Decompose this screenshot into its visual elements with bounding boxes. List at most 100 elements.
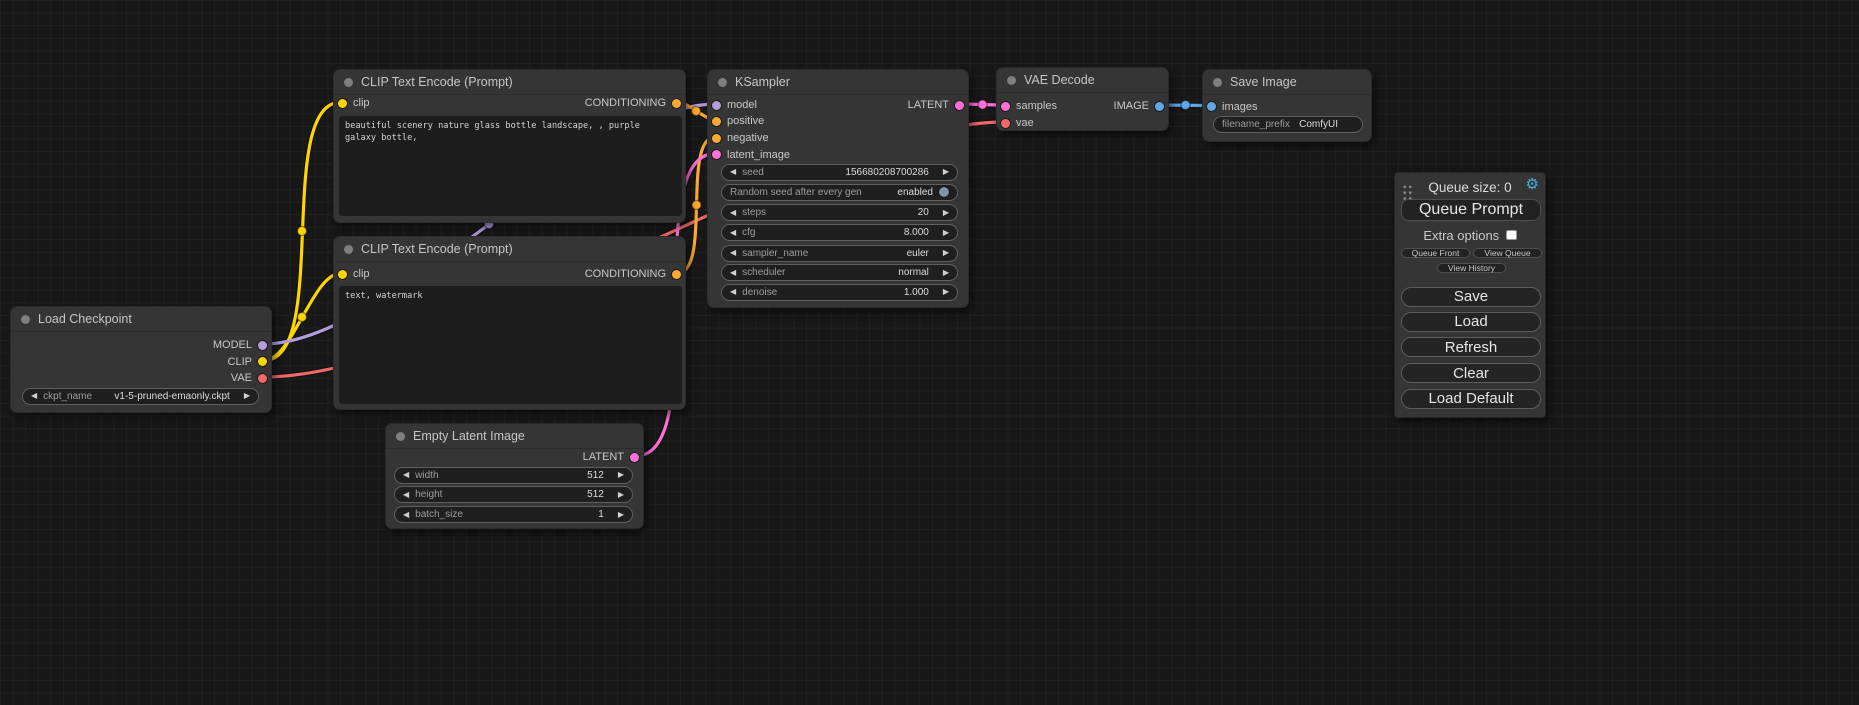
load-default-button[interactable]: Load Default — [1401, 389, 1541, 409]
slot-dot-image[interactable] — [1207, 102, 1216, 111]
slot-dot-latent[interactable] — [630, 453, 639, 462]
arrow-right-icon[interactable]: ▶ — [943, 209, 949, 217]
slot-dot-latent[interactable] — [1001, 102, 1010, 111]
slot-dot-conditioning[interactable] — [672, 270, 681, 279]
widget-height[interactable]: ◀ height 512 ▶ — [394, 486, 633, 503]
node-title-bar[interactable]: KSampler — [708, 70, 968, 95]
input-slot-negative[interactable]: negative — [712, 131, 769, 145]
save-button[interactable]: Save — [1401, 287, 1541, 307]
arrow-left-icon[interactable]: ◀ — [403, 471, 409, 479]
slot-dot-model[interactable] — [712, 101, 721, 110]
arrow-right-icon[interactable]: ▶ — [244, 392, 250, 400]
widget-filename-prefix[interactable]: filename_prefix ComfyUI — [1213, 116, 1363, 133]
arrow-right-icon[interactable]: ▶ — [943, 269, 949, 277]
slot-dot-latent[interactable] — [955, 101, 964, 110]
arrow-right-icon[interactable]: ▶ — [943, 229, 949, 237]
slot-dot-vae[interactable] — [1001, 119, 1010, 128]
extra-options-checkbox[interactable] — [1506, 230, 1517, 241]
node-title-bar[interactable]: Save Image — [1203, 70, 1371, 95]
output-slot-vae[interactable]: VAE — [231, 371, 267, 385]
view-history-button[interactable]: View History — [1437, 263, 1506, 274]
widget-scheduler[interactable]: ◀ scheduler normal ▶ — [721, 264, 958, 281]
node-graph-canvas[interactable]: Load Checkpoint MODEL CLIP VAE ◀ ckpt_na… — [0, 0, 1859, 705]
input-slot-model[interactable]: model — [712, 98, 757, 112]
output-slot-clip[interactable]: CLIP — [228, 355, 267, 369]
arrow-right-icon[interactable]: ▶ — [618, 511, 624, 519]
slot-dot-latent[interactable] — [712, 150, 721, 159]
node-vae-decode[interactable]: VAE Decode samples vae IMAGE — [996, 67, 1169, 131]
clear-button[interactable]: Clear — [1401, 363, 1541, 383]
node-title-bar[interactable]: CLIP Text Encode (Prompt) — [334, 237, 685, 262]
node-title-bar[interactable]: CLIP Text Encode (Prompt) — [334, 70, 685, 95]
arrow-left-icon[interactable]: ◀ — [730, 288, 736, 296]
widget-sampler-name[interactable]: ◀ sampler_name euler ▶ — [721, 245, 958, 262]
widget-cfg[interactable]: ◀ cfg 8.000 ▶ — [721, 224, 958, 241]
node-empty-latent-image[interactable]: Empty Latent Image LATENT ◀ width 512 ▶ … — [385, 423, 644, 529]
arrow-left-icon[interactable]: ◀ — [730, 168, 736, 176]
slot-dot-conditioning[interactable] — [672, 99, 681, 108]
arrow-right-icon[interactable]: ▶ — [943, 288, 949, 296]
node-ksampler[interactable]: KSampler model positive negative latent_… — [707, 69, 969, 308]
settings-gear-icon[interactable]: ⚙ — [1526, 177, 1539, 192]
output-slot-latent[interactable]: LATENT — [908, 98, 964, 112]
input-slot-clip[interactable]: clip — [338, 96, 370, 110]
node-clip-text-encode-positive[interactable]: CLIP Text Encode (Prompt) clip CONDITION… — [333, 69, 686, 223]
arrow-right-icon[interactable]: ▶ — [943, 168, 949, 176]
input-slot-samples[interactable]: samples — [1001, 99, 1057, 113]
collapse-dot-icon[interactable] — [1213, 78, 1222, 87]
widget-batch-size[interactable]: ◀ batch_size 1 ▶ — [394, 506, 633, 523]
arrow-left-icon[interactable]: ◀ — [31, 392, 37, 400]
output-slot-conditioning[interactable]: CONDITIONING — [585, 267, 681, 281]
output-slot-latent[interactable]: LATENT — [583, 450, 639, 464]
output-slot-conditioning[interactable]: CONDITIONING — [585, 96, 681, 110]
input-slot-clip[interactable]: clip — [338, 267, 370, 281]
arrow-left-icon[interactable]: ◀ — [730, 229, 736, 237]
node-title-bar[interactable]: VAE Decode — [997, 68, 1168, 93]
input-slot-vae[interactable]: vae — [1001, 116, 1034, 130]
arrow-left-icon[interactable]: ◀ — [403, 511, 409, 519]
arrow-left-icon[interactable]: ◀ — [730, 249, 736, 257]
widget-denoise[interactable]: ◀ denoise 1.000 ▶ — [721, 284, 958, 301]
slot-dot-vae[interactable] — [258, 374, 267, 383]
slot-dot-model[interactable] — [258, 341, 267, 350]
widget-seed[interactable]: ◀ seed 156680208700286 ▶ — [721, 164, 958, 181]
slot-dot-conditioning[interactable] — [712, 117, 721, 126]
queue-panel[interactable]: Queue size: 0 ⚙ Queue Prompt Extra optio… — [1394, 172, 1546, 418]
output-slot-model[interactable]: MODEL — [213, 338, 267, 352]
slot-dot-conditioning[interactable] — [712, 134, 721, 143]
node-save-image[interactable]: Save Image images filename_prefix ComfyU… — [1202, 69, 1372, 142]
collapse-dot-icon[interactable] — [396, 432, 405, 441]
arrow-right-icon[interactable]: ▶ — [618, 491, 624, 499]
node-clip-text-encode-negative[interactable]: CLIP Text Encode (Prompt) clip CONDITION… — [333, 236, 686, 410]
slot-dot-clip[interactable] — [338, 270, 347, 279]
queue-front-button[interactable]: Queue Front — [1401, 248, 1470, 259]
slot-dot-image[interactable] — [1155, 102, 1164, 111]
node-load-checkpoint[interactable]: Load Checkpoint MODEL CLIP VAE ◀ ckpt_na… — [10, 306, 272, 413]
collapse-dot-icon[interactable] — [344, 78, 353, 87]
input-slot-positive[interactable]: positive — [712, 114, 764, 128]
collapse-dot-icon[interactable] — [21, 315, 30, 324]
slot-dot-clip[interactable] — [258, 357, 267, 366]
widget-width[interactable]: ◀ width 512 ▶ — [394, 467, 633, 484]
input-slot-latent-image[interactable]: latent_image — [712, 148, 790, 162]
output-slot-image[interactable]: IMAGE — [1114, 99, 1164, 113]
slot-dot-clip[interactable] — [338, 99, 347, 108]
arrow-left-icon[interactable]: ◀ — [730, 209, 736, 217]
view-queue-button[interactable]: View Queue — [1473, 248, 1542, 259]
queue-prompt-button[interactable]: Queue Prompt — [1401, 199, 1541, 221]
arrow-right-icon[interactable]: ▶ — [618, 471, 624, 479]
collapse-dot-icon[interactable] — [718, 78, 727, 87]
toggle-knob[interactable] — [939, 187, 949, 197]
refresh-button[interactable]: Refresh — [1401, 337, 1541, 357]
input-slot-images[interactable]: images — [1207, 100, 1257, 114]
collapse-dot-icon[interactable] — [1007, 76, 1016, 85]
arrow-left-icon[interactable]: ◀ — [403, 491, 409, 499]
widget-steps[interactable]: ◀ steps 20 ▶ — [721, 204, 958, 221]
widget-ckpt-name[interactable]: ◀ ckpt_name v1-5-pruned-emaonly.ckpt ▶ — [22, 388, 259, 405]
prompt-textarea[interactable]: beautiful scenery nature glass bottle la… — [339, 116, 682, 216]
widget-random-seed-toggle[interactable]: Random seed after every gen enabled — [721, 184, 958, 201]
arrow-right-icon[interactable]: ▶ — [943, 249, 949, 257]
node-title-bar[interactable]: Empty Latent Image — [386, 424, 643, 449]
collapse-dot-icon[interactable] — [344, 245, 353, 254]
node-title-bar[interactable]: Load Checkpoint — [11, 307, 271, 332]
